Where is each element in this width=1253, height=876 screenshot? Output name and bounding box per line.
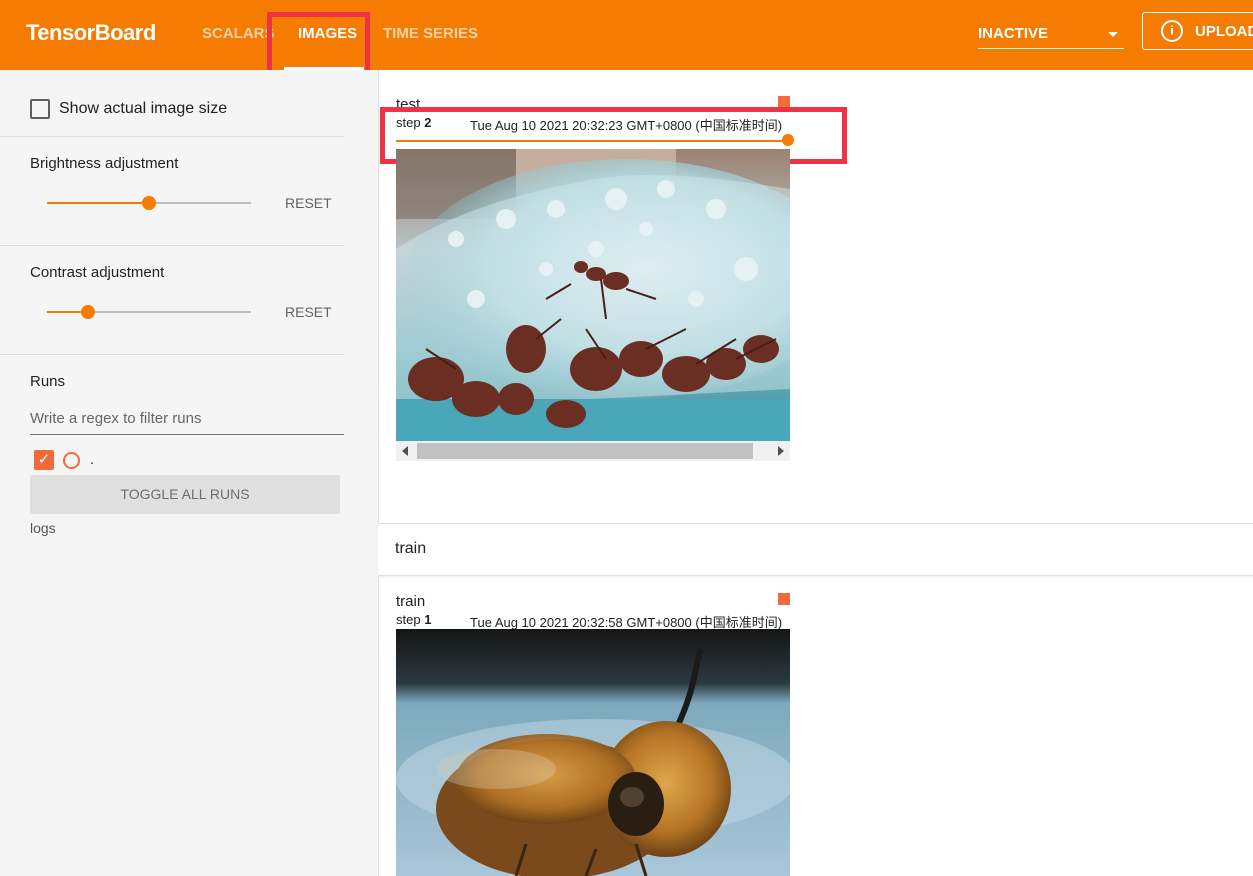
contrast-slider-knob[interactable] xyxy=(81,305,95,319)
divider xyxy=(0,354,344,355)
contrast-reset-button[interactable]: RESET xyxy=(285,304,332,320)
logdir-label: logs xyxy=(30,520,56,536)
run-color-circle-icon[interactable] xyxy=(63,452,80,469)
step-prefix: step xyxy=(396,612,421,627)
image-horizontal-scrollbar[interactable] xyxy=(396,441,790,461)
brightness-reset-button[interactable]: RESET xyxy=(285,195,332,211)
step-slider-fill xyxy=(396,140,788,142)
brightness-slider[interactable] xyxy=(47,196,251,210)
step-label: step 1 xyxy=(396,612,431,627)
scroll-left-icon[interactable] xyxy=(402,446,408,456)
step-value: 2 xyxy=(424,115,432,130)
show-actual-size-label: Show actual image size xyxy=(59,100,228,117)
runs-filter-input[interactable]: Write a regex to filter runs xyxy=(30,410,201,427)
expand-icon[interactable] xyxy=(778,593,790,605)
run-selector-dropdown[interactable]: INACTIVE xyxy=(978,20,1124,49)
runs-filter-underline xyxy=(30,434,344,435)
card-title-train: train xyxy=(396,593,426,610)
step-prefix: step xyxy=(396,115,421,130)
expand-icon[interactable] xyxy=(778,96,790,108)
run-checkbox[interactable]: ✓ xyxy=(34,450,54,470)
brightness-label: Brightness adjustment xyxy=(30,155,179,172)
app-title: TensorBoard xyxy=(26,20,156,45)
step-slider[interactable] xyxy=(396,134,794,146)
divider xyxy=(0,245,344,246)
run-selector-value: INACTIVE xyxy=(978,25,1049,42)
info-icon: i xyxy=(1161,20,1183,42)
step-value: 1 xyxy=(424,612,432,627)
upload-button[interactable]: i UPLOAD xyxy=(1142,12,1253,50)
contrast-label: Contrast adjustment xyxy=(30,264,165,281)
brightness-slider-knob[interactable] xyxy=(142,196,156,210)
step-label: step 2 xyxy=(396,115,431,130)
show-actual-size-checkbox[interactable] xyxy=(30,99,50,119)
top-app-bar: TensorBoard SCALARS IMAGES TIME SERIES I… xyxy=(0,0,1253,70)
sidebar xyxy=(0,70,379,876)
upload-label: UPLOAD xyxy=(1195,23,1253,40)
runs-title: Runs xyxy=(30,373,66,390)
brightness-slider-fill xyxy=(47,202,149,204)
tab-scalars[interactable]: SCALARS xyxy=(202,25,275,42)
toggle-all-runs-button[interactable]: TOGGLE ALL RUNS xyxy=(30,475,340,514)
scrollbar-thumb[interactable] xyxy=(417,443,753,459)
scroll-right-icon[interactable] xyxy=(778,446,784,456)
card-title-test: test xyxy=(396,96,421,113)
image-bee xyxy=(396,629,790,876)
chevron-down-icon xyxy=(1108,32,1118,37)
tab-images[interactable]: IMAGES xyxy=(298,25,357,42)
step-slider-knob[interactable] xyxy=(782,134,794,146)
image-ants xyxy=(396,149,790,441)
tab-time-series[interactable]: TIME SERIES xyxy=(383,25,478,42)
divider xyxy=(0,136,344,137)
train-group-title: train xyxy=(395,540,427,557)
train-group-header[interactable]: train xyxy=(378,523,1253,576)
timestamp: Tue Aug 10 2021 20:32:23 GMT+0800 (中国标准时… xyxy=(470,118,783,133)
run-label: . xyxy=(90,451,94,467)
contrast-slider[interactable] xyxy=(47,305,251,319)
